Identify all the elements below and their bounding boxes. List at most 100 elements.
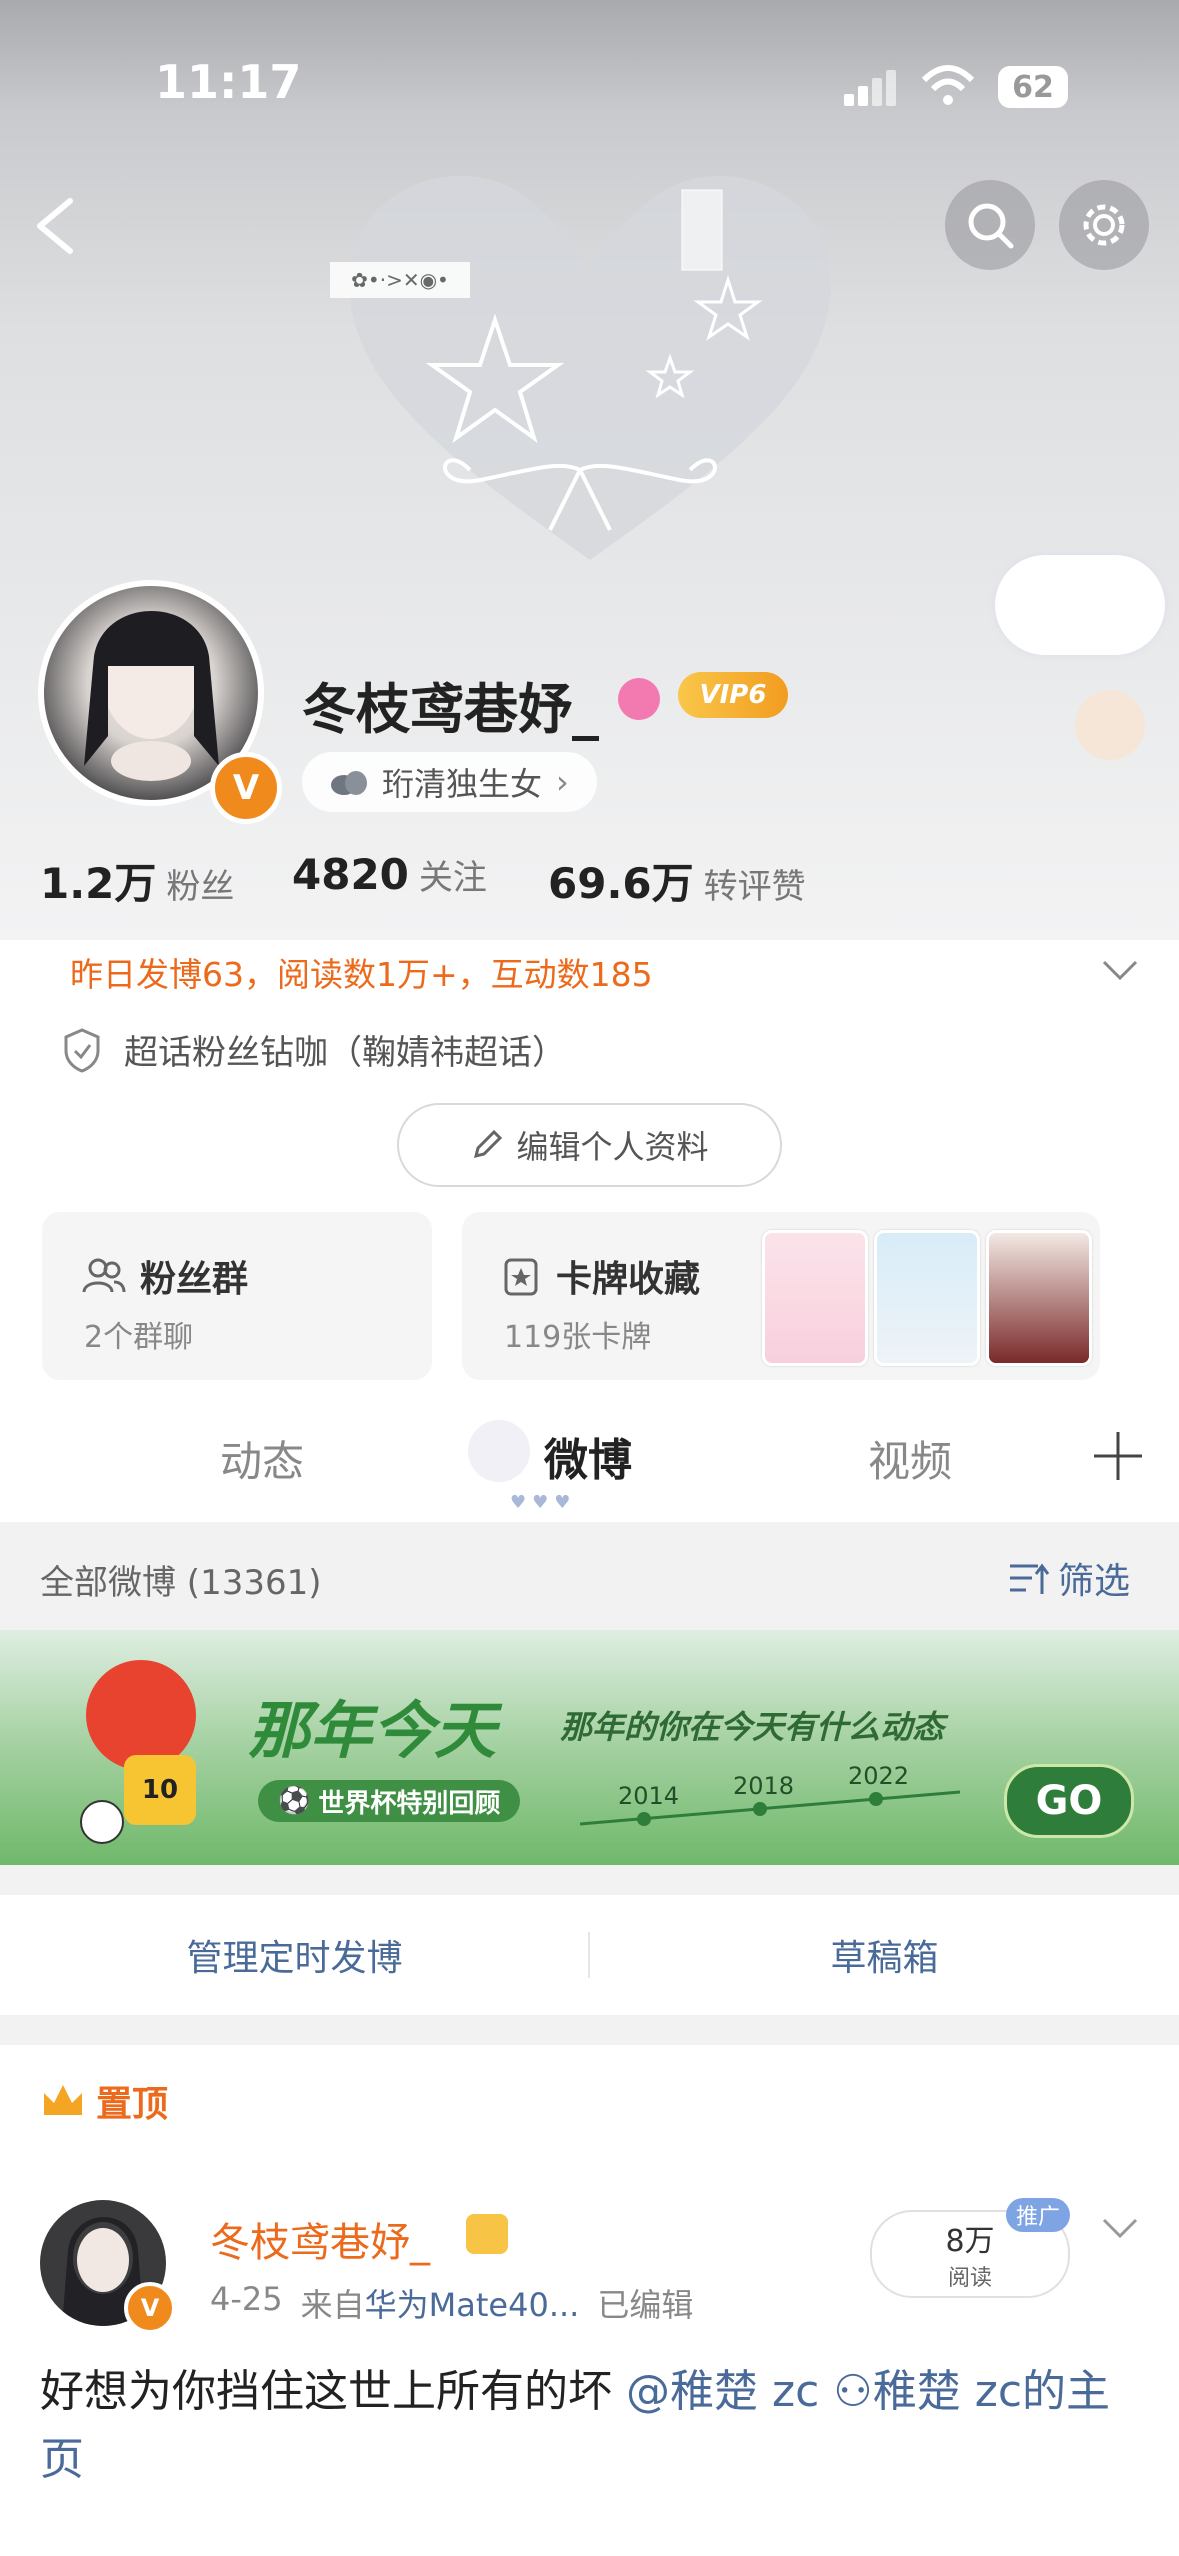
promote-label: 推广 xyxy=(1016,2205,1061,2230)
stat-label: 粉丝 xyxy=(166,867,235,907)
section-spacer xyxy=(0,2015,1179,2045)
tab-video[interactable]: 视频 xyxy=(868,1428,952,1489)
go-label: GO xyxy=(1035,1778,1103,1824)
pinned-text: 置顶 xyxy=(96,2084,169,2125)
search-button[interactable] xyxy=(945,180,1035,270)
memory-title: 那年今天 xyxy=(248,1694,497,1767)
cat-sticker xyxy=(1075,690,1145,760)
soccer-ball-icon xyxy=(80,1800,124,1844)
post-source-device[interactable]: 华为Mate40... xyxy=(365,2286,580,2324)
post-author-name[interactable]: 冬枝鸢巷妤_ xyxy=(210,2210,430,2268)
member-icon xyxy=(618,678,660,720)
battery-level: 62 xyxy=(1012,69,1054,105)
status-time: 11:17 xyxy=(155,55,302,109)
collected-card-thumb xyxy=(762,1230,868,1366)
card-collection-card[interactable]: 卡牌收藏 119张卡牌 xyxy=(462,1212,1100,1380)
tab-active-indicator: ♥♥♥ xyxy=(510,1492,577,1513)
card-icon xyxy=(504,1258,538,1296)
fans-group-title: 粉丝群 xyxy=(140,1259,249,1300)
post-menu-chevron-icon[interactable] xyxy=(1100,2216,1140,2240)
stat-followers[interactable]: 1.2万 粉丝 xyxy=(40,850,234,911)
edit-profile-button[interactable]: 编辑个人资料 xyxy=(397,1103,782,1187)
filter-button[interactable]: 筛选 xyxy=(1008,1552,1130,1604)
timeline-year: 2022 xyxy=(848,1762,910,1790)
stat-following[interactable]: 4820 关注 xyxy=(292,850,487,899)
stat-interactions[interactable]: 69.6万 转评赞 xyxy=(548,850,806,911)
cover-heart-decoration xyxy=(349,175,831,560)
tab-dynamics[interactable]: 动态 xyxy=(220,1428,304,1489)
drafts-button[interactable]: 草稿箱 xyxy=(590,1895,1179,2015)
scheduled-posts-button[interactable]: 管理定时发博 xyxy=(0,1895,589,2015)
stat-value: 1.2万 xyxy=(40,859,157,908)
profile-name: 冬枝鸢巷妤_ xyxy=(302,678,599,741)
add-tab-icon[interactable] xyxy=(1092,1430,1144,1482)
wifi-icon xyxy=(921,65,975,105)
post-source: 来自华为Mate40... xyxy=(301,2280,580,2326)
tab-weibo[interactable]: 微博 xyxy=(544,1424,632,1488)
worldcup-tag-label: 世界杯特别回顾 xyxy=(318,1788,501,1819)
drafts-label: 草稿箱 xyxy=(830,1938,939,1979)
post-mention-link[interactable]: @稚楚 zc xyxy=(626,2366,819,2417)
post-text: 好想为你挡住这世上所有的坏 xyxy=(40,2366,612,2417)
supertopic-label: 超话粉丝钻咖（鞠婧祎超话） xyxy=(124,1033,566,1073)
filter-label: 筛选 xyxy=(1058,1561,1131,1602)
fans-group-header: 粉丝群 xyxy=(82,1250,248,1302)
crown-icon xyxy=(44,2085,82,2115)
card-collection-count: 119张卡牌 xyxy=(504,1320,652,1355)
all-weibo-count[interactable]: 全部微博 (13361) xyxy=(40,1555,322,1604)
supertopic-badge[interactable]: 超话粉丝钻咖（鞠婧祎超话） xyxy=(62,1025,566,1074)
mascot-jersey: 10 xyxy=(124,1755,196,1825)
pinned-label: 置顶 xyxy=(40,2075,168,2127)
timeline-year: 2014 xyxy=(618,1782,680,1810)
read-count: 8万 xyxy=(945,2224,995,2259)
timeline-year: 2018 xyxy=(733,1772,795,1800)
profile-tag-label: 珩清独生女 xyxy=(382,765,543,803)
jersey-number: 10 xyxy=(141,1775,179,1805)
card-collection-title: 卡牌收藏 xyxy=(556,1259,701,1300)
fans-group-count: 2个群聊 xyxy=(84,1320,194,1355)
battery-icon: 62 xyxy=(998,66,1068,108)
collected-card-thumb xyxy=(874,1230,980,1366)
group-icon xyxy=(82,1258,126,1293)
edit-profile-label: 编辑个人资料 xyxy=(516,1128,709,1166)
post-content: 好想为你挡住这世上所有的坏 @稚楚 zc ⚇稚楚 zc的主页 xyxy=(40,2358,1140,2494)
fans-group-card[interactable]: 粉丝群 2个群聊 xyxy=(42,1212,432,1380)
profile-tag[interactable]: 珩清独生女 › xyxy=(302,752,597,812)
soccer-ball-icon: ⚽ xyxy=(278,1786,311,1816)
shield-icon xyxy=(64,1027,100,1073)
go-button[interactable]: GO xyxy=(1004,1764,1134,1838)
post-source-prefix: 来自 xyxy=(300,2286,365,2324)
promote-tag[interactable]: 推广 xyxy=(1006,2198,1071,2232)
verified-badge-icon: V xyxy=(210,752,282,824)
stat-label: 转评赞 xyxy=(703,867,806,907)
read-count-label: 阅读 xyxy=(947,2266,992,2291)
worldcup-tag: ⚽ 世界杯特别回顾 xyxy=(258,1780,521,1822)
signal-icon xyxy=(844,70,896,106)
stat-value: 69.6万 xyxy=(548,859,694,908)
stat-value: 4820 xyxy=(292,850,409,899)
chevron-right-icon: › xyxy=(556,763,569,801)
cloud-bunny-icon xyxy=(468,1420,530,1482)
gear-icon xyxy=(1083,204,1125,246)
card-collection-header: 卡牌收藏 xyxy=(502,1250,700,1302)
person-icon: ⚇ xyxy=(833,2366,873,2417)
verified-badge-icon: V xyxy=(124,2282,176,2334)
activity-summary[interactable]: 昨日发博63，阅读数1万+，互动数185 xyxy=(70,948,653,996)
cloud-sticker xyxy=(995,555,1165,655)
memory-subtitle: 那年的你在今天有什么动态 xyxy=(560,1708,945,1746)
cover-sticker: ✿•·>✕◉• xyxy=(330,262,470,298)
back-icon[interactable] xyxy=(30,195,80,257)
scheduled-posts-label: 管理定时发博 xyxy=(186,1938,403,1979)
search-icon xyxy=(968,203,1014,249)
settings-button[interactable] xyxy=(1059,180,1149,270)
chevron-down-icon[interactable] xyxy=(1100,958,1140,982)
stat-label: 关注 xyxy=(418,858,487,898)
crown-badge-icon xyxy=(466,2214,508,2254)
collected-card-thumb xyxy=(986,1230,1092,1366)
post-edited: 已编辑 xyxy=(597,2286,694,2324)
cloud-icon xyxy=(331,771,367,795)
filter-icon xyxy=(1010,1563,1050,1594)
mascot-head xyxy=(86,1660,196,1770)
vip-badge[interactable]: VIP6 xyxy=(678,672,788,718)
post-meta: 4-25 来自华为Mate40... 已编辑 xyxy=(210,2280,693,2326)
